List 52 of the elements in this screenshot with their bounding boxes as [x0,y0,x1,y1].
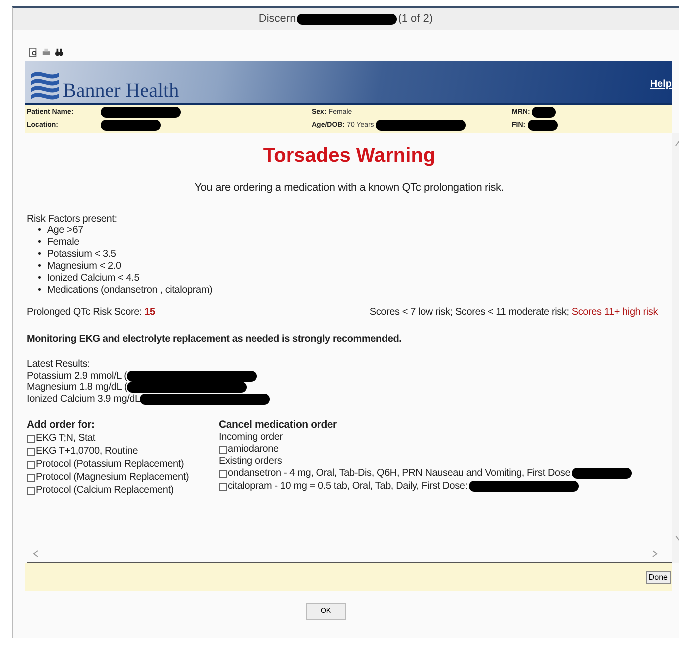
bullet: • [38,249,42,261]
checkbox[interactable] [27,434,35,442]
checkbox[interactable] [219,446,227,454]
scroll-right-icon[interactable] [652,550,658,558]
risk-factor: Age >67 [47,225,84,237]
checkbox[interactable] [219,470,227,478]
checkbox-label[interactable]: Protocol (Calcium Replacement) [36,484,174,497]
score-legend: Scores < 7 low risk; Scores < 11 moderate risk; Scores 11+ high risk [370,307,658,318]
preview-icon[interactable] [29,48,38,57]
checkbox[interactable] [27,486,35,494]
bullet: • [38,273,42,285]
lab-result: Ionized Calcium 3.9 mg/dL [27,394,140,405]
checkbox-label[interactable]: Protocol (Magnesium Replacement) [36,471,190,484]
help-link[interactable]: Help [650,78,672,90]
checkbox[interactable] [219,482,227,490]
section-heading: Latest Results: [27,359,92,370]
bullet: • [38,261,42,273]
risk-factor: Magnesium < 2.0 [47,261,122,273]
checkbox-label[interactable]: Protocol (Potassium Replacement) [36,458,184,471]
checkbox-label[interactable]: EKG T;N, Stat [36,432,96,445]
print-icon[interactable] [42,48,51,57]
section-heading: Add order for: [27,419,96,432]
logo-text: Banner Health [63,81,180,101]
group-label: Incoming order [219,432,284,443]
risk-score: Prolonged QTc Risk Score: 15 [27,307,156,318]
checkbox[interactable] [27,474,35,482]
warning-message: You are ordering a medication with a known QTc prolongation risk. [194,182,506,194]
lab-result: Potassium 2.9 mmol/L ( [27,370,128,382]
recommendation-text: Monitoring EKG and electrolyte replacement as needed is strongly recommended. [27,334,403,345]
risk-factor: Ionized Calcium < 4.5 [47,273,140,285]
section-heading: Risk Factors present: [27,214,118,225]
bullet: • [38,237,42,249]
binoculars-icon[interactable] [55,48,64,57]
done-button[interactable]: Done [646,570,671,584]
section-heading: Cancel medication order [219,419,338,432]
checkbox-label[interactable]: citalopram - 10 mg = 0.5 tab, Oral, Tab, Daily, First Dose: [228,480,468,493]
window-title: Discern [258,13,296,25]
checkbox[interactable] [27,460,35,468]
warning-title: Torsades Warning [262,145,437,168]
checkbox-label[interactable]: EKG T+1,0700, Routine [36,445,138,458]
risk-factor: Female [47,237,80,249]
lab-result: Magnesium 1.8 mg/dL ( [27,382,128,394]
bullet: • [38,285,42,297]
bullet: • [38,225,42,237]
page-count: (1 of 2) [398,13,434,25]
scroll-left-icon[interactable] [33,550,39,558]
checkbox-label[interactable]: ondansetron - 4 mg, Oral, Tab-Dis, Q6H, PRN Nauseau and Vomiting, First Dose [228,467,571,480]
risk-factor: Potassium < 3.5 [47,249,116,261]
checkbox-label[interactable]: amiodarone [228,443,279,456]
group-label: Existing orders [219,456,284,467]
checkbox[interactable] [27,448,35,456]
risk-factor: Medications (ondansetron , citalopram) [47,285,213,297]
